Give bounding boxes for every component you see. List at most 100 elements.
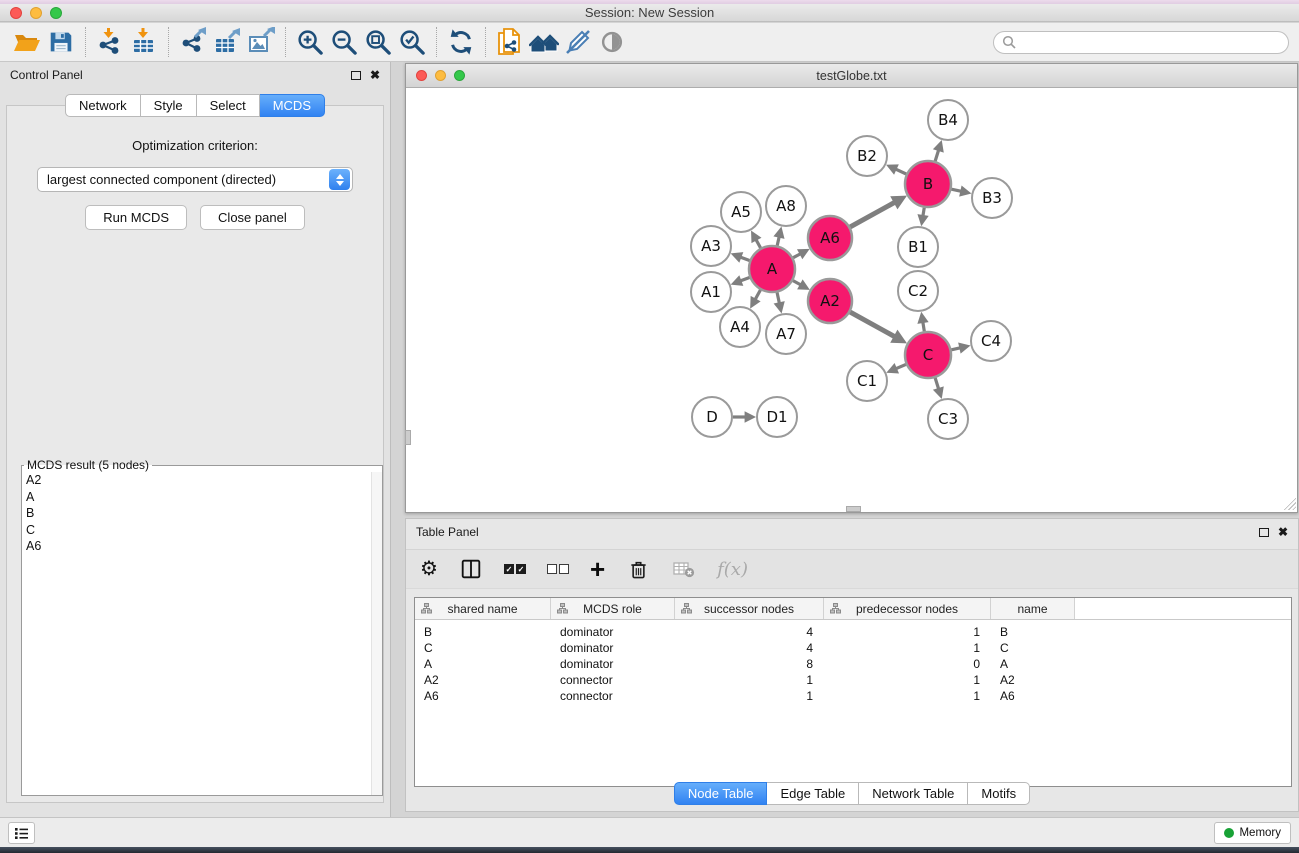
- graph-node-A4[interactable]: A4: [720, 307, 760, 347]
- network-canvas[interactable]: B4B2BB3A8A5A6A3B1AA1C2A2A4A7C4CC1C3DD1: [406, 88, 1297, 511]
- zoom-selected-button[interactable]: [395, 25, 429, 59]
- table-cell[interactable]: dominator: [551, 624, 675, 640]
- tab-style[interactable]: Style: [141, 94, 197, 117]
- task-history-button[interactable]: [8, 822, 35, 844]
- tab-mcds[interactable]: MCDS: [260, 94, 325, 117]
- graph-edge-A-A2[interactable]: [793, 279, 810, 289]
- table-cell[interactable]: A: [415, 656, 551, 672]
- network-from-selection-button[interactable]: [493, 25, 527, 59]
- mcds-result-item[interactable]: A2: [22, 472, 382, 489]
- graph-edge-A-A7[interactable]: [774, 292, 785, 313]
- graph-edge-D-D1[interactable]: [733, 411, 756, 422]
- window-controls[interactable]: [10, 7, 62, 19]
- graph-node-A[interactable]: A: [749, 246, 795, 292]
- tab-select[interactable]: Select: [197, 94, 260, 117]
- table-cell[interactable]: A: [991, 656, 1075, 672]
- network-graph-svg[interactable]: B4B2BB3A8A5A6A3B1AA1C2A2A4A7C4CC1C3DD1: [406, 88, 1297, 511]
- open-session-button[interactable]: [10, 25, 44, 59]
- delete-column-button[interactable]: [626, 556, 651, 582]
- tab-node-table[interactable]: Node Table: [674, 782, 768, 805]
- graph-edge-C-C2[interactable]: [917, 312, 928, 332]
- table-row[interactable]: A2connector11A2: [415, 672, 1291, 688]
- function-builder-button[interactable]: f(x): [717, 556, 748, 582]
- table-cell[interactable]: B: [415, 624, 551, 640]
- graph-node-D[interactable]: D: [692, 397, 732, 437]
- criterion-dropdown[interactable]: largest connected component (directed): [37, 167, 353, 192]
- graph-node-B1[interactable]: B1: [898, 227, 938, 267]
- tab-edge-table[interactable]: Edge Table: [767, 782, 859, 805]
- graph-node-A8[interactable]: A8: [766, 186, 806, 226]
- graph-edge-A-A6[interactable]: [793, 249, 810, 259]
- create-column-button[interactable]: +: [590, 556, 605, 582]
- mcds-result-item[interactable]: B: [22, 505, 382, 522]
- graph-edge-C-C1[interactable]: [886, 363, 906, 373]
- graph-node-C1[interactable]: C1: [847, 361, 887, 401]
- table-cell[interactable]: connector: [551, 688, 675, 704]
- import-network-button[interactable]: [93, 25, 127, 59]
- save-session-button[interactable]: [44, 25, 78, 59]
- close-panel-icon[interactable]: ✖: [1278, 526, 1288, 538]
- table-cell[interactable]: 4: [675, 624, 824, 640]
- table-cell[interactable]: A6: [415, 688, 551, 704]
- graph-edge-B-B1[interactable]: [917, 208, 928, 227]
- close-network-window-button[interactable]: [416, 70, 427, 81]
- graphics-details-button[interactable]: [595, 25, 629, 59]
- graph-node-B[interactable]: B: [905, 161, 951, 207]
- table-cell[interactable]: 0: [824, 656, 991, 672]
- run-mcds-button[interactable]: Run MCDS: [85, 205, 187, 230]
- table-cell[interactable]: 1: [824, 640, 991, 656]
- graph-edge-A-A3[interactable]: [731, 252, 750, 263]
- minimize-network-window-button[interactable]: [435, 70, 446, 81]
- float-panel-icon[interactable]: [1259, 528, 1269, 537]
- table-cell[interactable]: 1: [824, 672, 991, 688]
- table-cell[interactable]: B: [991, 624, 1075, 640]
- graph-node-A7[interactable]: A7: [766, 314, 806, 354]
- zoom-window-button[interactable]: [50, 7, 62, 19]
- graph-node-D1[interactable]: D1: [757, 397, 797, 437]
- graph-node-B4[interactable]: B4: [928, 100, 968, 140]
- graph-node-A2[interactable]: A2: [808, 279, 852, 323]
- export-table-button[interactable]: [210, 25, 244, 59]
- mcds-result-item[interactable]: A6: [22, 538, 382, 555]
- graph-edge-A-A4[interactable]: [750, 290, 760, 309]
- memory-button[interactable]: Memory: [1214, 822, 1291, 844]
- graph-edge-C-C3[interactable]: [933, 378, 944, 399]
- table-row[interactable]: A6connector11A6: [415, 688, 1291, 704]
- table-cell[interactable]: 4: [675, 640, 824, 656]
- column-header[interactable]: shared name: [415, 598, 551, 619]
- minimize-window-button[interactable]: [30, 7, 42, 19]
- graph-node-B3[interactable]: B3: [972, 178, 1012, 218]
- table-cell[interactable]: C: [415, 640, 551, 656]
- canvas-left-grip[interactable]: [405, 430, 411, 445]
- graph-edge-B-B2[interactable]: [886, 164, 906, 174]
- birdseye-view-button[interactable]: [527, 25, 561, 59]
- graph-node-C2[interactable]: C2: [898, 271, 938, 311]
- tab-network[interactable]: Network: [65, 94, 141, 117]
- graph-node-A5[interactable]: A5: [721, 192, 761, 232]
- graph-edge-B-B4[interactable]: [933, 140, 944, 161]
- graph-node-C4[interactable]: C4: [971, 321, 1011, 361]
- column-header[interactable]: name: [991, 598, 1075, 619]
- table-cell[interactable]: 1: [824, 624, 991, 640]
- table-cell[interactable]: dominator: [551, 640, 675, 656]
- column-header[interactable]: MCDS role: [551, 598, 675, 619]
- table-cell[interactable]: 1: [824, 688, 991, 704]
- table-cell[interactable]: 1: [675, 688, 824, 704]
- table-row[interactable]: Cdominator41C: [415, 640, 1291, 656]
- search-field[interactable]: [993, 31, 1289, 54]
- graph-edge-A-A1[interactable]: [731, 275, 750, 286]
- delete-table-button[interactable]: [672, 556, 696, 582]
- apply-layout-button[interactable]: [444, 25, 478, 59]
- close-window-button[interactable]: [10, 7, 22, 19]
- table-row[interactable]: Bdominator41B: [415, 624, 1291, 640]
- graph-edge-B-B3[interactable]: [951, 186, 971, 197]
- zoom-network-window-button[interactable]: [454, 70, 465, 81]
- unselect-all-columns-button[interactable]: [547, 556, 569, 582]
- table-settings-button[interactable]: ⚙: [420, 556, 438, 582]
- node-table[interactable]: shared nameMCDS rolesuccessor nodesprede…: [414, 597, 1292, 787]
- select-all-columns-button[interactable]: ✓ ✓: [504, 556, 526, 582]
- column-header[interactable]: predecessor nodes: [824, 598, 991, 619]
- graph-edge-A-A8[interactable]: [773, 226, 784, 245]
- search-input[interactable]: [1021, 35, 1280, 49]
- zoom-in-button[interactable]: [293, 25, 327, 59]
